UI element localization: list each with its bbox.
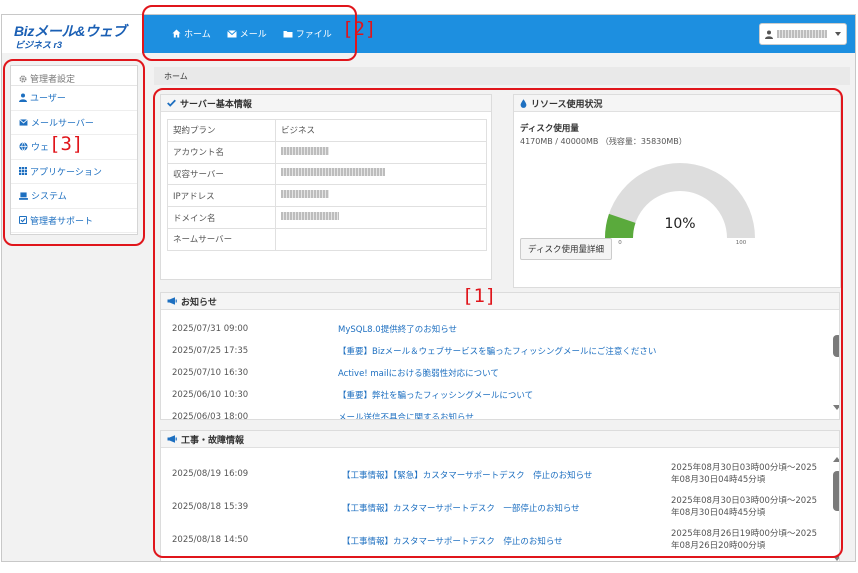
annotation-label-1: [1] (462, 285, 497, 307)
chevron-down-icon (835, 32, 841, 36)
top-navbar: Bizメール&ウェブ ビジネス r3 ホーム メール ファイル (2, 15, 855, 53)
username-masked (777, 30, 827, 38)
annotation-box-nav (142, 5, 357, 61)
user-icon (765, 30, 773, 39)
annotation-label-3: [3] (49, 133, 84, 155)
annotation-label-2: [2] (342, 18, 377, 40)
logo[interactable]: Bizメール&ウェブ ビジネス r3 (2, 15, 142, 53)
logo-subtitle: ビジネス r3 (15, 40, 63, 50)
breadcrumb: ホーム (154, 67, 850, 85)
user-menu-button[interactable] (759, 23, 847, 45)
annotation-box-main (153, 88, 843, 558)
breadcrumb-home[interactable]: ホーム (164, 72, 188, 81)
